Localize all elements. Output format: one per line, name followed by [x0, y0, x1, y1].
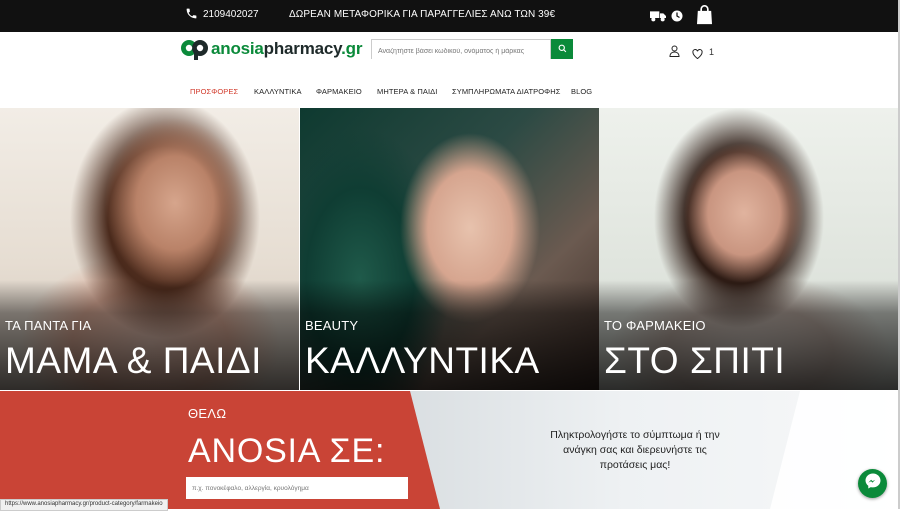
logo-mark-icon — [180, 38, 210, 60]
panel-title: ΚΑΛΛΥΝΤΙΚΑ — [305, 340, 540, 381]
search-input[interactable] — [372, 42, 550, 61]
clock-icon — [671, 9, 683, 27]
logo-text-anosia: anosia — [211, 39, 264, 58]
panel-title: ΣΤΟ ΣΠΙΤΙ — [604, 340, 786, 381]
free-shipping-promo: ΔΩΡΕΑΝ ΜΕΤΑΦΟΡΙΚΑ ΓΙΑ ΠΑΡΑΓΓΕΛΙΕΣ ΑΝΩ ΤΩ… — [289, 9, 556, 20]
phone-icon — [185, 7, 198, 25]
main-nav: ΠΡΟΣΦΟΡΕΣ ΚΑΛΛΥΝΤΙΚΑ ΦΑΡΜΑΚΕΙΟ ΜΗΤΕΡΑ & … — [0, 77, 898, 107]
panel-kicker: ΤΟ ΦΑΡΜΑΚΕΙΟ — [604, 318, 706, 333]
nav-item-pharmacy[interactable]: ΦΑΡΜΑΚΕΙΟ — [316, 87, 362, 96]
logo-text-gr: .gr — [341, 39, 363, 58]
search-box — [371, 39, 551, 61]
nav-item-offers[interactable]: ΠΡΟΣΦΟΡΕΣ — [190, 87, 238, 96]
nav-item-supplements[interactable]: ΣΥΜΠΛΗΡΩΜΑΤΑ ΔΙΑΤΡΟΦΗΣ — [452, 87, 561, 96]
banner-title: ANOSIA ΣΕ: — [188, 432, 386, 470]
topbar-icons — [650, 5, 713, 30]
symptom-search-box — [186, 477, 408, 499]
search-button[interactable] — [551, 39, 573, 59]
wishlist-heart-icon[interactable] — [692, 46, 703, 64]
panel-home-pharmacy[interactable]: ΤΟ ΦΑΡΜΑΚΕΙΟ ΣΤΟ ΣΠΙΤΙ — [599, 108, 898, 390]
phone-number[interactable]: 2109402027 — [203, 9, 259, 20]
site-logo[interactable]: anosiapharmacy.gr — [180, 38, 362, 60]
panel-kicker: ΤΑ ΠΑΝΤΑ ΓΙΑ — [5, 318, 92, 333]
truck-icon — [650, 9, 666, 27]
shopping-bag-icon[interactable] — [696, 5, 713, 30]
banner-kicker: ΘΕΛΩ — [188, 406, 227, 421]
panel-cosmetics[interactable]: BEAUTY ΚΑΛΛΥΝΤΙΚΑ — [300, 108, 599, 390]
messenger-chat-button[interactable] — [858, 469, 887, 498]
nav-item-cosmetics[interactable]: ΚΑΛΛΥΝΤΙΚΑ — [254, 87, 302, 96]
user-account-icon[interactable] — [669, 44, 680, 62]
panel-mother-child[interactable]: ΤΑ ΠΑΝΤΑ ΓΙΑ ΜΑΜΑ & ΠΑΙΔΙ — [0, 108, 299, 390]
panel-title: ΜΑΜΑ & ΠΑΙΔΙ — [5, 340, 262, 381]
top-bar: 2109402027 ΔΩΡΕΑΝ ΜΕΤΑΦΟΡΙΚΑ ΓΙΑ ΠΑΡΑΓΓΕ… — [0, 0, 898, 32]
wishlist-count: 1 — [709, 47, 715, 57]
status-bar-url: https://www.anosiapharmacy.gr/product-ca… — [0, 499, 168, 511]
search-icon — [558, 40, 567, 58]
panel-kicker: BEAUTY — [305, 318, 359, 333]
nav-item-mother-child[interactable]: ΜΗΤΕΡΑ & ΠΑΙΔΙ — [377, 87, 437, 96]
messenger-icon — [864, 472, 882, 495]
hero-panels: ΤΑ ΠΑΝΤΑ ΓΙΑ ΜΑΜΑ & ΠΑΙΔΙ BEAUTY ΚΑΛΛΥΝΤ… — [0, 108, 898, 390]
logo-text-pharmacy: pharmacy — [263, 39, 342, 58]
symptom-search-banner: ΘΕΛΩ ANOSIA ΣΕ: Πληκτρολογήστε το σύμπτω… — [0, 391, 898, 509]
symptom-search-input[interactable] — [186, 478, 408, 499]
banner-hint: Πληκτρολογήστε το σύμπτωμα ή την ανάγκη … — [550, 429, 720, 471]
nav-item-blog[interactable]: BLOG — [571, 87, 592, 96]
